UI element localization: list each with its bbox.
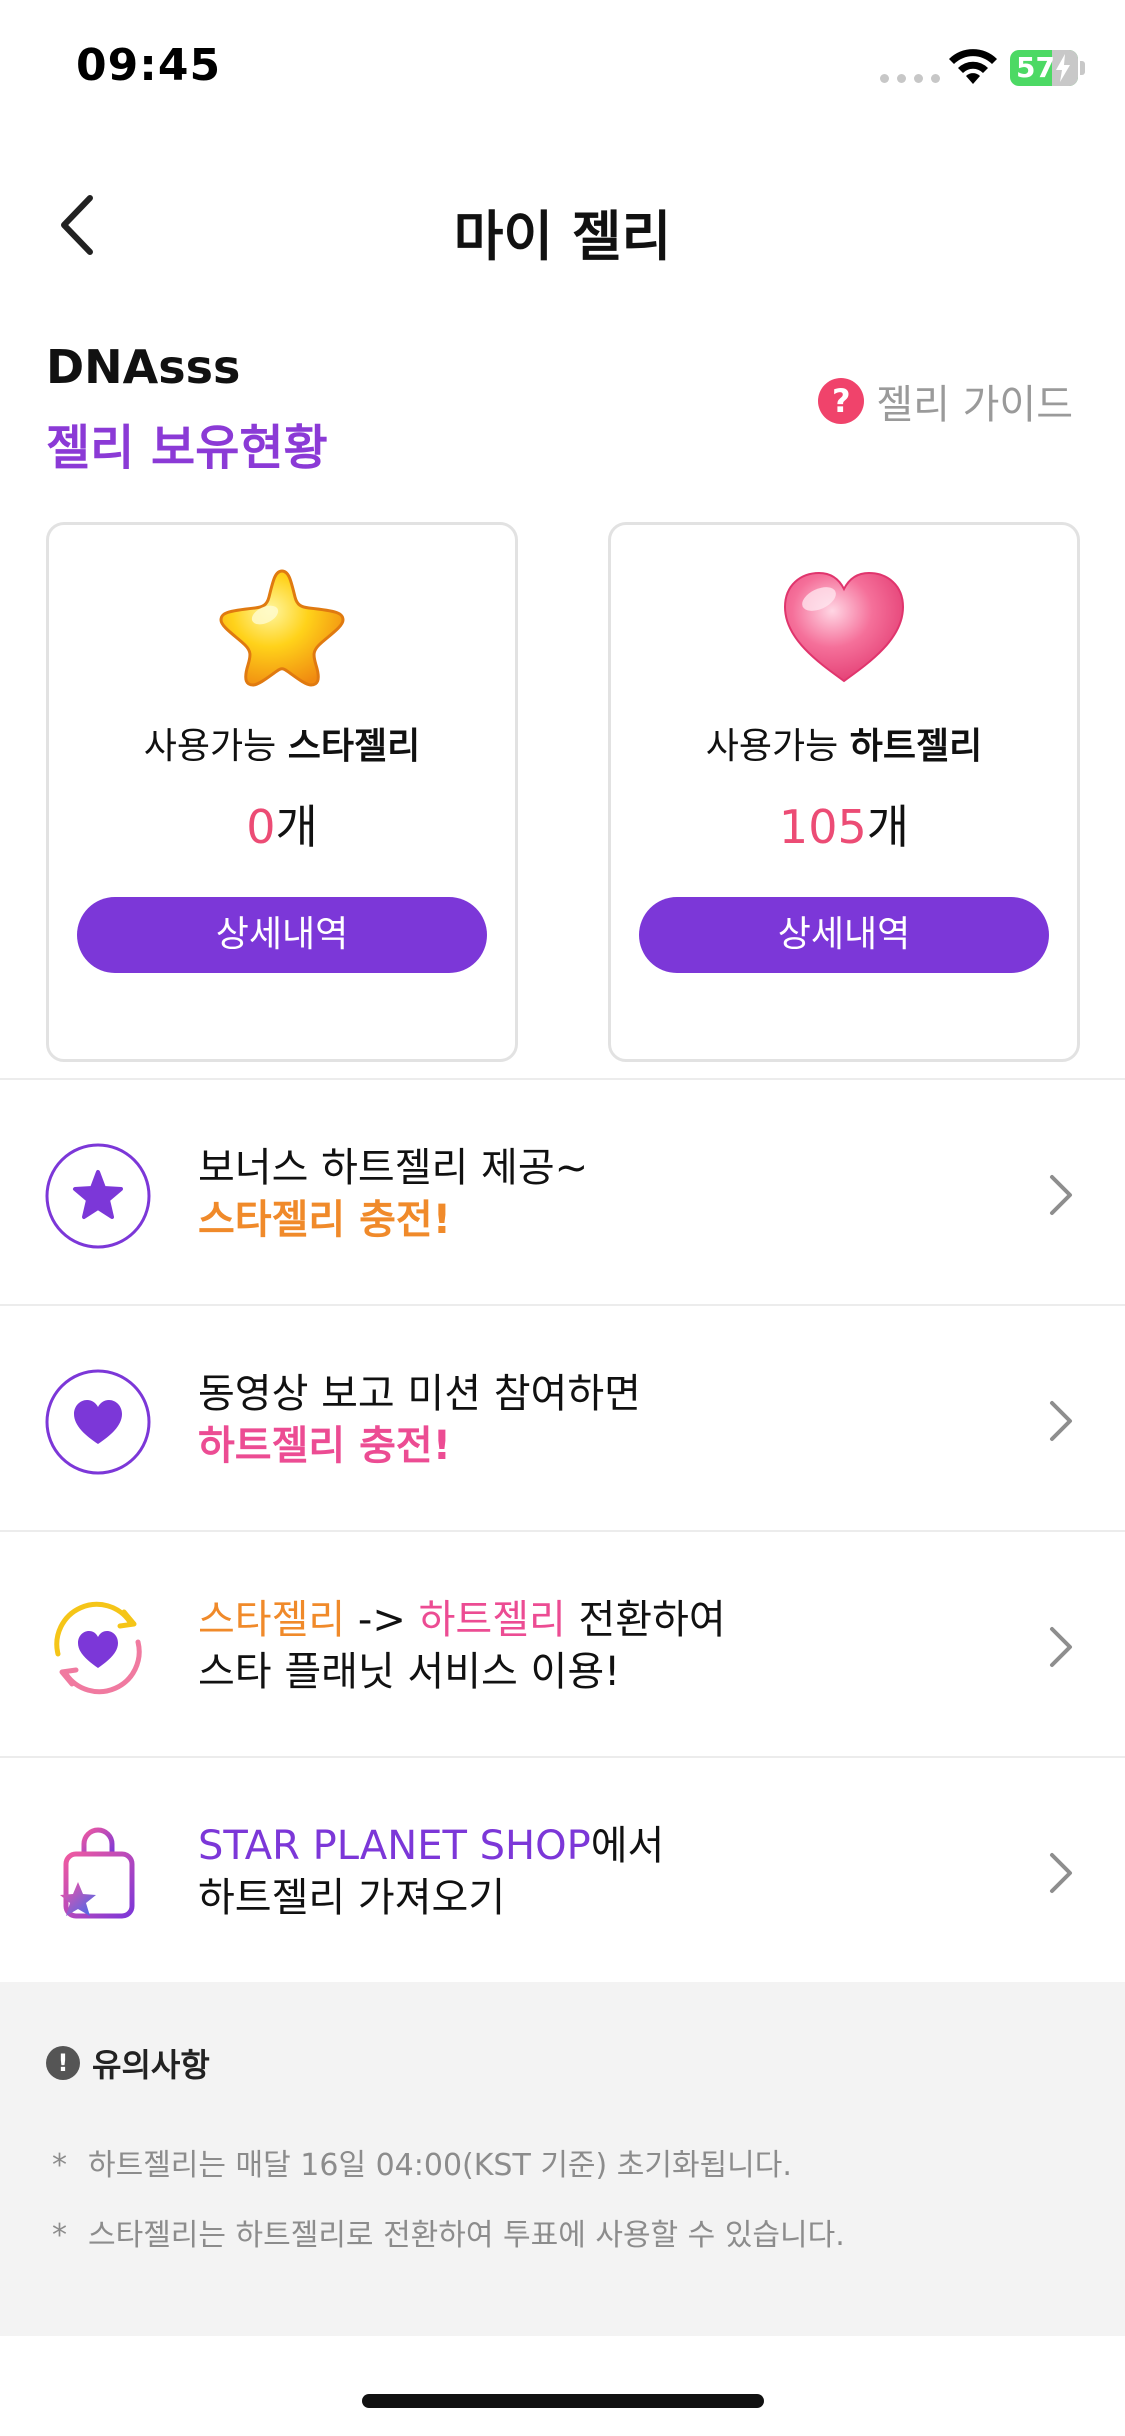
navigation-bar: 마이 젤리	[0, 180, 1125, 270]
heart-jelly-icon	[783, 571, 905, 683]
notice-header: ! 유의사항	[46, 2040, 210, 2086]
heart-jelly-details-button[interactable]: 상세내역	[639, 897, 1049, 973]
home-indicator[interactable]	[362, 2394, 764, 2408]
star-jelly-icon	[219, 569, 345, 687]
star-jelly-details-button[interactable]: 상세내역	[77, 897, 487, 973]
list-item-jelly-exchange[interactable]: 스타젤리 -> 하트젤리 전환하여 스타 플래닛 서비스 이용!	[0, 1532, 1125, 1758]
wifi-icon	[949, 49, 997, 84]
exchange-icon	[54, 1601, 142, 1695]
question-icon: ?	[818, 378, 865, 424]
list-item-text: STAR PLANET SHOP에서 하트젤리 가져오기	[198, 1823, 665, 1921]
menu-list: 보너스 하트젤리 제공~ 스타젤리 충전! 동영상 보고 미션 참여하면 하트젤…	[0, 1080, 1125, 1984]
notice-item: * 하트젤리는 매달 16일 04:00(KST 기준) 초기화됩니다.	[52, 2148, 792, 2183]
list-item-text: 동영상 보고 미션 참여하면 하트젤리 충전!	[198, 1371, 641, 1469]
username: DNAsss	[46, 340, 241, 394]
jelly-guide-label: 젤리 가이드	[876, 382, 1073, 428]
list-item-video-mission[interactable]: 동영상 보고 미션 참여하면 하트젤리 충전!	[0, 1306, 1125, 1532]
notice-item: * 스타젤리는 하트젤리로 전환하여 투표에 사용할 수 있습니다.	[52, 2218, 845, 2253]
list-item-star-planet-shop[interactable]: STAR PLANET SHOP에서 하트젤리 가져오기	[0, 1758, 1125, 1984]
notice-title: 유의사항	[92, 2046, 210, 2084]
star-jelly-card: 사용가능 스타젤리 0개 상세내역	[46, 522, 518, 1062]
star-icon	[45, 1143, 151, 1249]
status-time: 09:45	[76, 40, 222, 91]
status-bar: 09:45 57	[0, 0, 1125, 140]
chevron-right-icon	[1050, 1853, 1072, 1893]
star-jelly-count: 0개	[246, 800, 318, 854]
battery-level: 57	[1016, 51, 1055, 84]
list-item-text: 스타젤리 -> 하트젤리 전환하여 스타 플래닛 서비스 이용!	[198, 1597, 726, 1695]
heart-jelly-card: 사용가능 하트젤리 105개 상세내역	[608, 522, 1080, 1062]
list-item-text: 보너스 하트젤리 제공~ 스타젤리 충전!	[198, 1145, 589, 1243]
battery-icon: 57	[1010, 50, 1078, 86]
exclamation-icon: !	[46, 2046, 80, 2080]
star-jelly-label: 사용가능 스타젤리	[143, 726, 421, 767]
chevron-right-icon	[1050, 1627, 1072, 1667]
page-title: 마이 젤리	[453, 205, 672, 268]
heart-icon	[45, 1369, 151, 1475]
shopping-bag-icon	[60, 1827, 135, 1919]
chevron-right-icon	[1050, 1401, 1072, 1441]
heart-jelly-count: 105개	[778, 800, 910, 854]
heart-jelly-label: 사용가능 하트젤리	[705, 726, 983, 767]
jelly-guide-link[interactable]: ? 젤리 가이드	[818, 372, 1073, 430]
list-item-bonus-star-charge[interactable]: 보너스 하트젤리 제공~ 스타젤리 충전!	[0, 1080, 1125, 1306]
holding-title: 젤리 보유현황	[46, 420, 328, 476]
cellular-signal-icon	[880, 74, 940, 83]
notice-section: ! 유의사항 * 하트젤리는 매달 16일 04:00(KST 기준) 초기화됩니…	[0, 1982, 1125, 2336]
chevron-right-icon	[1050, 1175, 1072, 1215]
